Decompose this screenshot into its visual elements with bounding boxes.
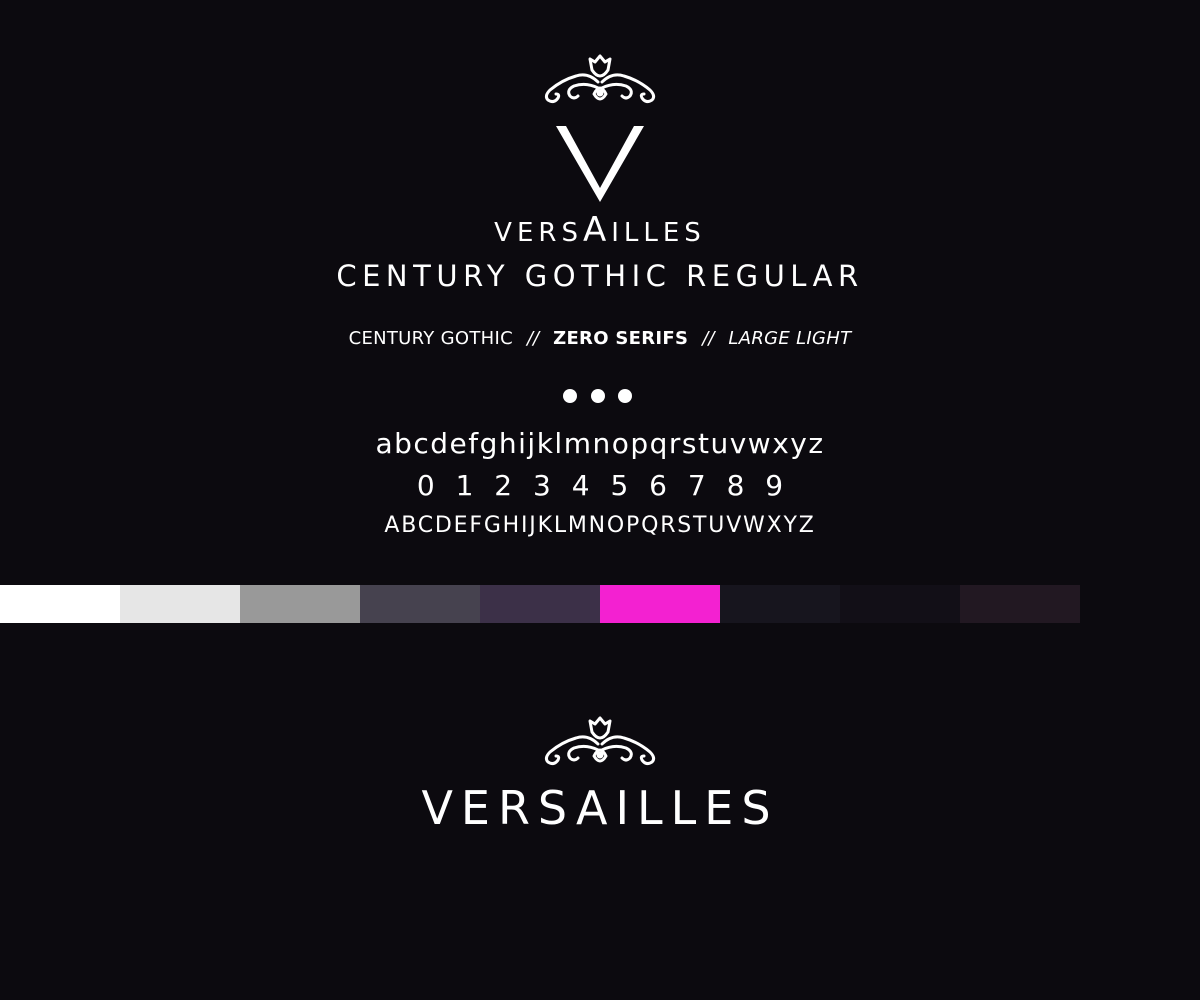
- dot: [563, 389, 577, 403]
- logo-word-post: ILLES: [611, 218, 706, 248]
- logo-wordmark: VERSAILLES: [0, 210, 1200, 253]
- monogram-v-icon: [556, 126, 644, 202]
- color-palette: [0, 585, 1080, 623]
- color-swatch: [360, 585, 480, 623]
- tagline: CENTURY GOTHIC // ZERO SERIFS // LARGE LIGHT: [0, 324, 1200, 354]
- font-name-heading: CENTURY GOTHIC REGULAR: [336, 259, 864, 293]
- color-swatch: [840, 585, 960, 623]
- tagline-sep1: //: [526, 328, 540, 349]
- ornament-icon: [544, 54, 656, 104]
- logo-word-a: A: [582, 210, 612, 250]
- tagline-sep2: //: [702, 328, 715, 349]
- ornament-icon: [544, 716, 656, 766]
- color-swatch: [720, 585, 840, 623]
- dot: [618, 389, 632, 403]
- color-swatch: [960, 585, 1080, 623]
- footer-wordmark: VERSAILLES: [421, 781, 779, 835]
- color-swatch: [480, 585, 600, 623]
- specimen-digits: 0 1 2 3 4 5 6 7 8 9: [416, 469, 784, 502]
- specimen-uppercase: ABCDEFGHIJKLMNOPQRSTUVWXYZ: [384, 513, 816, 538]
- color-swatch: [120, 585, 240, 623]
- color-swatch: [600, 585, 720, 623]
- dot: [591, 389, 605, 403]
- color-swatch: [240, 585, 360, 623]
- specimen-lowercase: abcdefghijklmnopqrstuvwxyz: [375, 427, 825, 460]
- dots-divider: [560, 387, 640, 407]
- tagline-part2: ZERO SERIFS: [553, 328, 689, 349]
- color-swatch: [0, 585, 120, 623]
- tagline-part3: LARGE LIGHT: [728, 328, 852, 349]
- tagline-part1: CENTURY GOTHIC: [348, 328, 513, 349]
- logo-word-pre: VERS: [494, 218, 583, 248]
